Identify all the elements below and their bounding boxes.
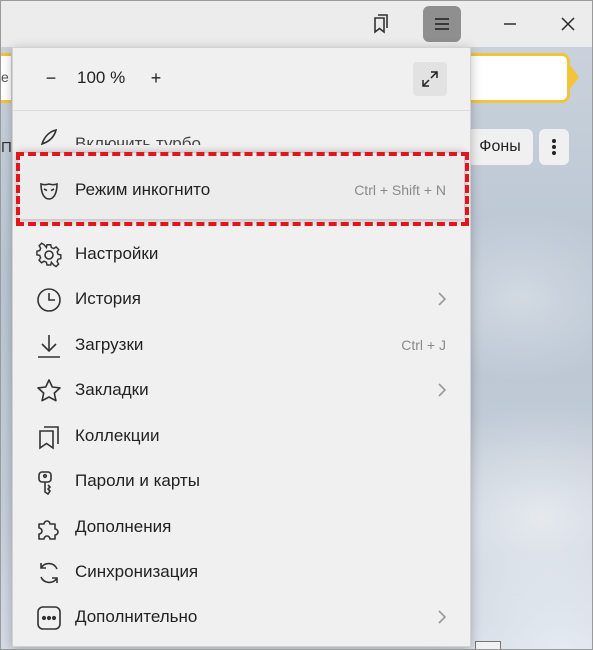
menu-item-label: Закладки [75,380,149,399]
menu-item-passwords[interactable]: Пароли и карты [13,459,470,503]
more-icon [35,604,63,632]
menu-item-label: Пароли и карты [75,471,200,490]
chevron-right-icon [438,610,447,624]
menu-item-label: История [75,289,141,308]
minimize-button[interactable] [491,6,529,42]
download-icon [35,332,63,360]
chevron-right-icon [438,292,447,306]
sync-icon [35,559,63,587]
minimize-icon [504,23,516,25]
address-bar-tip [567,61,579,93]
screenshot-frame: e Пе Фоны − 100 % + Включить турбо Режим… [0,0,593,650]
menu-button[interactable] [423,6,461,42]
menu-item-history[interactable]: История [13,277,470,321]
zoom-row: − 100 % + [13,48,470,111]
menu-item-label: Включить турбо [75,134,201,145]
bookmarks-icon [374,14,388,34]
gear-icon [35,241,63,269]
collections-icon [35,423,63,451]
menu-item-sync[interactable]: Синхронизация [13,550,470,594]
rocket-icon [35,125,63,145]
menu-item-label: Синхронизация [75,562,199,581]
fullscreen-icon [422,71,438,87]
menu-item-label: Дополнительно [75,607,198,626]
vertical-dots-icon [552,139,556,155]
address-bar-text: e [1,69,9,85]
shortcut-text: Ctrl + J [401,337,446,353]
page-more-button[interactable] [539,129,569,165]
highlight-annotation [16,152,469,226]
menu-item-label: Загрузки [75,335,144,354]
chevron-right-icon [438,383,447,397]
menu-item-label: Коллекции [75,426,160,445]
puzzle-icon [35,514,63,542]
fullscreen-button[interactable] [413,62,447,96]
menu-item-label: Настройки [75,244,159,263]
menu-item-extensions[interactable]: Дополнения [13,505,470,549]
menu-item-collections[interactable]: Коллекции [13,414,470,458]
close-icon [561,17,575,31]
star-icon [35,377,63,405]
key-icon [35,468,63,496]
zoom-in-button[interactable]: + [144,66,168,90]
menu-item-label: Дополнения [75,517,172,536]
menu-item-downloads[interactable]: Загрузки Ctrl + J [13,323,470,367]
close-button[interactable] [549,6,587,42]
backgrounds-button[interactable]: Фоны [467,129,533,165]
zoom-level: 100 % [77,68,126,87]
bottom-widget [475,641,501,649]
menu-item-more[interactable]: Дополнительно [13,595,470,639]
clock-icon [35,286,63,314]
hamburger-icon [435,18,449,30]
menu-item-settings[interactable]: Настройки [13,232,470,276]
main-menu: − 100 % + Включить турбо Режим инкогнито… [12,47,471,647]
bookmarks-panel-button[interactable] [361,6,399,42]
menu-item-bookmarks[interactable]: Закладки [13,368,470,412]
zoom-out-button[interactable]: − [39,66,63,90]
